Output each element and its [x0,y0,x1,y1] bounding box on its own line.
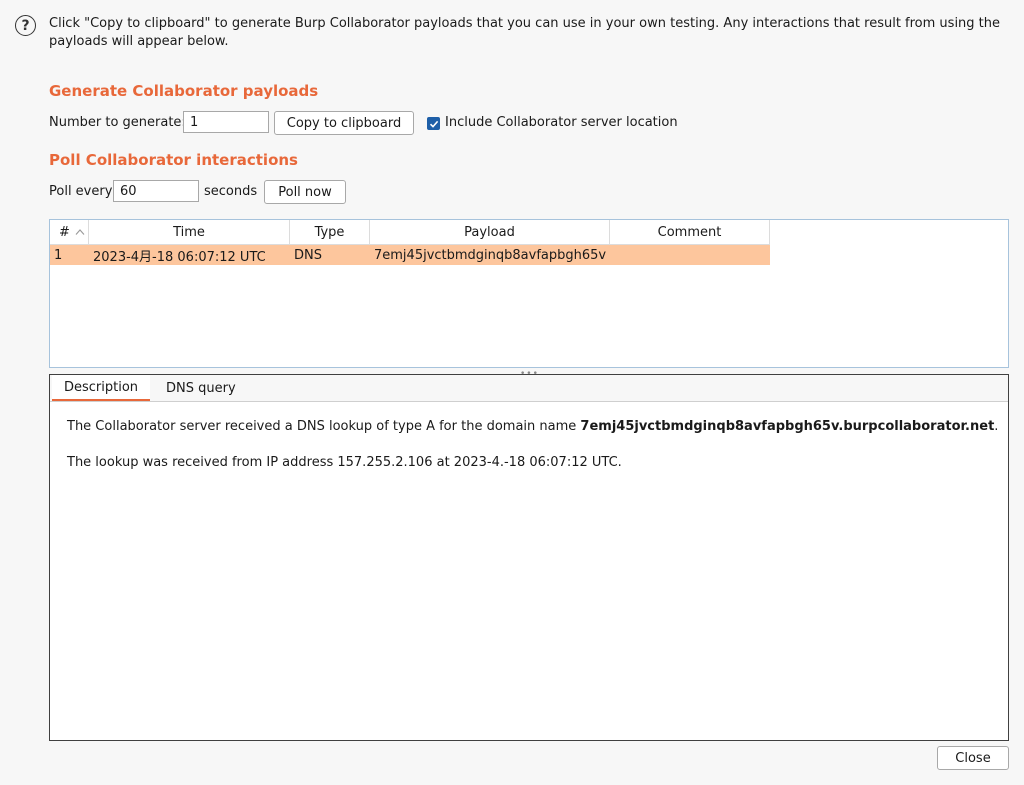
description-line-source-ip: The lookup was received from IP address … [67,455,622,470]
help-icon[interactable]: ? [15,15,36,36]
poll-every-label: Poll every [49,184,113,199]
include-location-checkbox[interactable] [427,117,440,130]
description-suffix: . [994,419,999,434]
detail-panel: Description DNS query The Collaborator s… [49,374,1009,741]
intro-text: Click "Copy to clipboard" to generate Bu… [49,16,1001,49]
column-header-type[interactable]: Type [290,220,370,244]
sort-ascending-icon [75,229,85,235]
close-button[interactable]: Close [937,746,1009,770]
poll-section-title: Poll Collaborator interactions [49,151,298,169]
description-line-dns-lookup: The Collaborator server received a DNS l… [67,419,998,434]
include-location-label[interactable]: Include Collaborator server location [445,112,678,134]
number-to-generate-input[interactable] [183,111,269,133]
checkmark-icon [429,120,438,128]
seconds-label: seconds [204,184,258,199]
tab-description[interactable]: Description [52,375,150,401]
table-row[interactable]: 1 2023-4月-18 06:07:12 UTC DNS 7emj45jvct… [50,245,770,265]
cell-payload: 7emj45jvctbmdginqb8avfapbgh65v [374,247,607,263]
tab-dns-query[interactable]: DNS query [166,375,256,401]
cell-type: DNS [294,247,322,263]
generate-section-title: Generate Collaborator payloads [49,82,319,100]
copy-to-clipboard-button[interactable]: Copy to clipboard [274,111,414,135]
poll-interval-input[interactable] [113,180,199,202]
column-header-number[interactable]: # [50,220,89,244]
column-header-payload[interactable]: Payload [370,220,610,244]
description-domain: 7emj45jvctbmdginqb8avfapbgh65v.burpcolla… [580,419,995,434]
number-to-generate-label: Number to generate: [49,115,186,130]
description-prefix: The Collaborator server received a DNS l… [67,419,581,434]
poll-now-button[interactable]: Poll now [264,180,346,204]
column-header-time[interactable]: Time [89,220,290,244]
cell-time: 2023-4月-18 06:07:12 UTC [93,249,266,265]
cell-comment [610,245,770,265]
cell-number: 1 [54,247,63,263]
column-header-comment[interactable]: Comment [610,220,770,244]
table-header: # Time Type Payload Comment [50,220,770,245]
tab-strip: Description DNS query [50,375,1008,402]
interactions-table: # Time Type Payload Comment 1 2023-4月-18… [49,219,1009,368]
